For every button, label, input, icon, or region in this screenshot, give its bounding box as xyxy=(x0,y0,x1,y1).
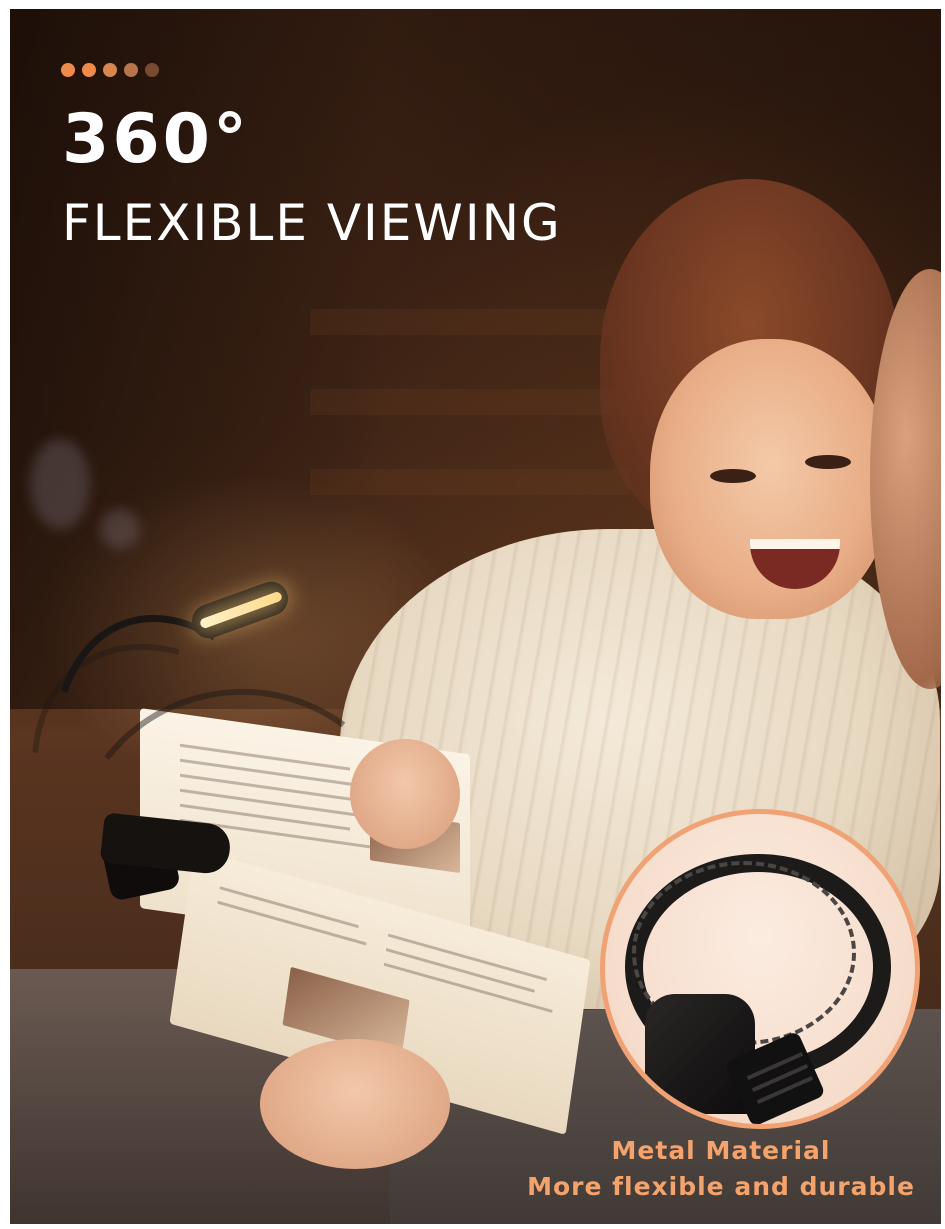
wall-plank xyxy=(310,469,630,495)
wall-plank xyxy=(310,309,630,335)
feature-description: More flexible and durable xyxy=(527,1172,915,1201)
pager-dot xyxy=(61,63,75,77)
feature-title: Metal Material xyxy=(611,1136,831,1165)
wall-plank xyxy=(310,389,630,415)
gooseneck-closeup-icon xyxy=(600,809,920,1129)
bokeh-light xyxy=(100,509,140,549)
subheadline: FLEXIBLE VIEWING xyxy=(62,194,562,252)
pager-dot xyxy=(82,63,96,77)
feature-caption: Metal Material More flexible and durable xyxy=(501,1133,941,1205)
child-eye xyxy=(805,455,851,469)
pager-dot xyxy=(103,63,117,77)
child-eye xyxy=(710,469,756,483)
pager-dot xyxy=(145,63,159,77)
pager-dots xyxy=(61,63,159,77)
bokeh-light xyxy=(30,439,90,529)
headline: 360° xyxy=(62,100,250,179)
pager-dot xyxy=(124,63,138,77)
adult-hand xyxy=(260,1039,450,1169)
